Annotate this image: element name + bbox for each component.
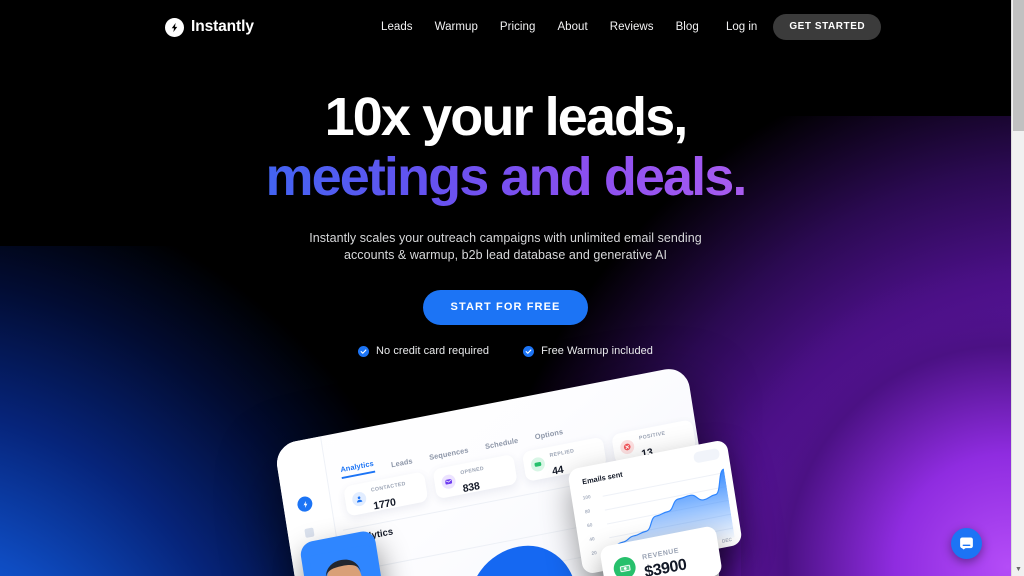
- nav-item-reviews[interactable]: Reviews: [610, 21, 654, 33]
- hero-subtitle: Instantly scales your outreach campaigns…: [0, 230, 1011, 264]
- tab-options[interactable]: Options: [534, 427, 564, 441]
- hero-title-line-2: meetings and deals.: [0, 146, 1011, 208]
- stat-label: OPENED: [459, 465, 485, 477]
- envelope-icon: [440, 473, 457, 490]
- y-tick-60: 60: [586, 523, 593, 530]
- tab-leads[interactable]: Leads: [390, 456, 413, 469]
- y-tick-20: 20: [591, 550, 598, 557]
- stat-text: CONTACTED 1770: [369, 472, 409, 514]
- nav-item-pricing[interactable]: Pricing: [500, 21, 536, 33]
- y-tick-80: 80: [584, 509, 591, 516]
- positive-icon: [619, 438, 636, 456]
- nav-item-leads[interactable]: Leads: [381, 21, 413, 33]
- person-icon: [351, 490, 368, 508]
- tab-schedule[interactable]: Schedule: [484, 436, 518, 451]
- chart-blob: [461, 537, 583, 576]
- page-canvas: Instantly Leads Warmup Pricing About Rev…: [0, 0, 1011, 576]
- stat-value: 1770: [372, 496, 397, 513]
- stat-label: CONTACTED: [370, 480, 407, 494]
- dashboard-mockup: Analytics Leads Sequences Schedule Optio…: [0, 365, 1011, 576]
- nav-item-about[interactable]: About: [557, 21, 587, 33]
- hero-subtitle-line-2: accounts & warmup, b2b lead database and…: [343, 248, 668, 262]
- benefit-label: No credit card required: [376, 345, 490, 357]
- benefit-no-credit-card: No credit card required: [358, 345, 489, 357]
- nav-item-warmup[interactable]: Warmup: [435, 21, 478, 33]
- header-actions: Log in GET STARTED: [726, 14, 882, 40]
- stat-card-contacted: CONTACTED 1770: [343, 471, 429, 517]
- search-input[interactable]: [692, 447, 721, 464]
- avatar-photo: [309, 544, 382, 576]
- chat-launcher-button[interactable]: [951, 528, 982, 559]
- stat-value: 838: [461, 479, 481, 496]
- revenue-text: REVENUE $3900: [641, 539, 688, 576]
- benefit-free-warmup: Free Warmup included: [523, 345, 653, 357]
- logo[interactable]: Instantly: [165, 17, 254, 37]
- site-header: Instantly Leads Warmup Pricing About Rev…: [0, 0, 1011, 54]
- scrollbar-thumb[interactable]: [1013, 0, 1024, 131]
- hero-subtitle-line-1: Instantly scales your outreach campaigns…: [309, 231, 702, 245]
- main-nav: Leads Warmup Pricing About Reviews Blog: [381, 21, 699, 33]
- scroll-down-arrow-icon[interactable]: ▼: [1012, 563, 1024, 576]
- money-icon: [612, 555, 638, 576]
- chat-icon: [960, 537, 973, 550]
- stat-value: 44: [551, 463, 565, 478]
- login-link[interactable]: Log in: [726, 21, 757, 33]
- nav-item-blog[interactable]: Blog: [676, 21, 699, 33]
- hero-benefits: No credit card required Free Warmup incl…: [0, 345, 1011, 357]
- stat-text: OPENED 838: [459, 457, 488, 497]
- lightning-bolt-icon: [165, 17, 184, 37]
- reply-icon: [529, 456, 546, 473]
- tab-analytics[interactable]: Analytics: [339, 458, 376, 480]
- sidebar-icon-1: [304, 527, 315, 539]
- get-started-button[interactable]: GET STARTED: [773, 14, 882, 40]
- stat-label: REPLIED: [549, 448, 575, 459]
- benefit-label: Free Warmup included: [541, 345, 653, 357]
- stat-card-opened: OPENED 838: [432, 453, 518, 500]
- stat-label: POSITIVE: [638, 430, 666, 442]
- hero-title: 10x your leads, meetings and deals.: [0, 86, 1011, 208]
- logo-text: Instantly: [191, 18, 254, 35]
- y-tick-40: 40: [589, 537, 596, 544]
- page-scrollbar[interactable]: ▲ ▼: [1011, 0, 1024, 576]
- start-for-free-button[interactable]: START FOR FREE: [422, 290, 589, 325]
- check-circle-icon: [358, 345, 370, 357]
- hero-title-line-1: 10x your leads,: [324, 87, 689, 147]
- y-tick-100: 100: [582, 495, 592, 502]
- check-circle-icon: [523, 345, 535, 357]
